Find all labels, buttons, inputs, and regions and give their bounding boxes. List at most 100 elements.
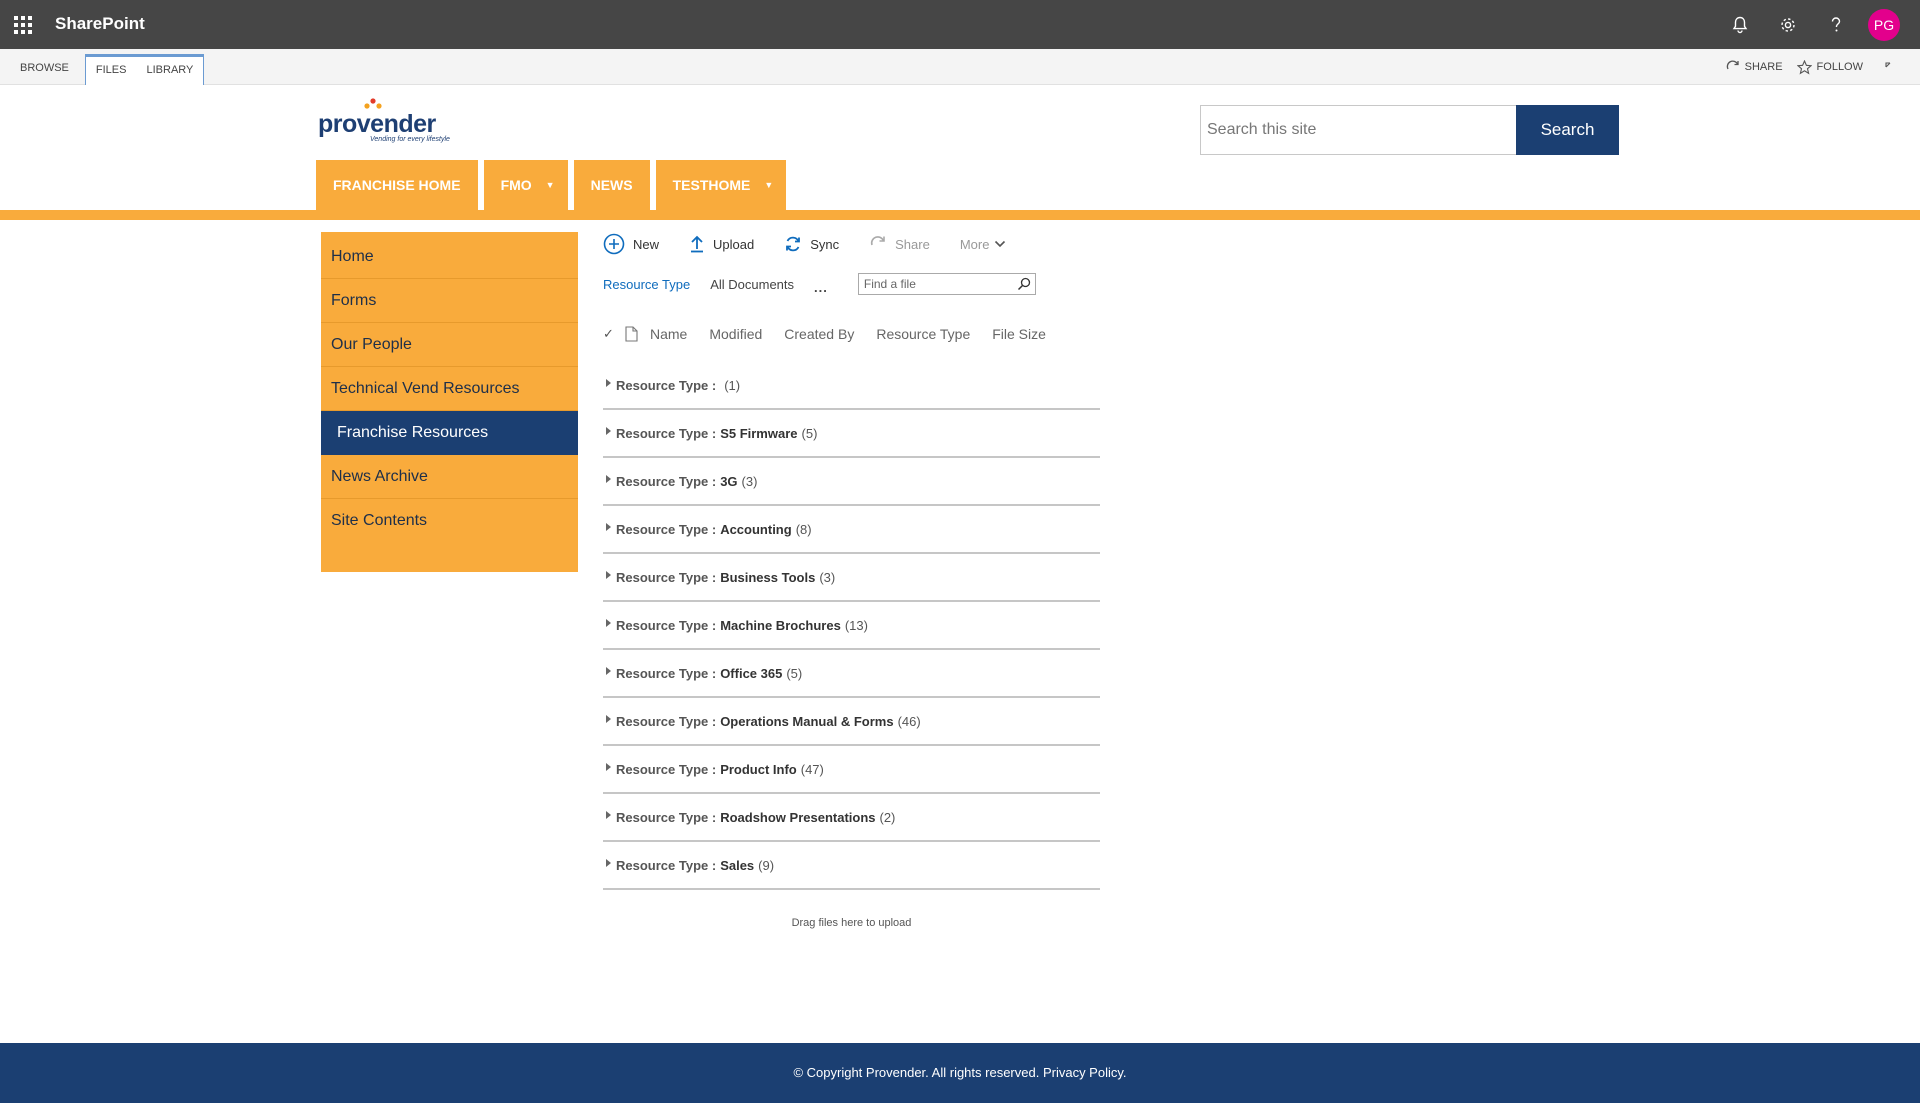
group-value: Office 365 bbox=[720, 665, 783, 681]
logo-tagline: Vending for every lifestyle bbox=[370, 136, 450, 143]
group-count: (2) bbox=[879, 809, 896, 825]
settings-gear-icon[interactable] bbox=[1764, 0, 1812, 49]
find-file-input[interactable] bbox=[858, 274, 1035, 294]
group-count: (46) bbox=[897, 713, 921, 729]
find-file-box bbox=[857, 273, 1036, 295]
group-row[interactable]: Resource Type : (1) bbox=[603, 362, 1100, 410]
star-icon bbox=[1796, 59, 1812, 74]
sidebar-item-news-archive[interactable]: News Archive bbox=[321, 455, 578, 499]
sidebar-item-site-contents[interactable]: Site Contents bbox=[321, 499, 578, 543]
view-resource-type[interactable]: Resource Type bbox=[603, 277, 690, 292]
sync-label: Sync bbox=[810, 236, 840, 252]
follow-label: FOLLOW bbox=[1816, 61, 1863, 73]
quick-launch: Home Forms Our People Technical Vend Res… bbox=[321, 232, 578, 572]
search-button[interactable]: Search bbox=[1516, 105, 1619, 155]
share-page-button[interactable]: SHARE bbox=[1726, 60, 1783, 74]
notifications-bell-icon[interactable] bbox=[1716, 0, 1764, 49]
follow-button[interactable]: FOLLOW bbox=[1796, 59, 1863, 75]
column-header-created-by[interactable]: Created By bbox=[784, 326, 854, 342]
tab-browse[interactable]: BROWSE bbox=[10, 54, 79, 85]
expand-triangle-icon[interactable] bbox=[606, 523, 611, 531]
tab-library[interactable]: LIBRARY bbox=[136, 57, 203, 85]
more-views-ellipsis[interactable]: ... bbox=[814, 280, 828, 295]
group-row[interactable]: Resource Type : S5 Firmware (5) bbox=[603, 410, 1100, 458]
privacy-policy-link[interactable]: Privacy Policy. bbox=[1043, 1065, 1127, 1080]
dropdown-caret-icon[interactable]: ▼ bbox=[764, 180, 773, 190]
column-header-name[interactable]: Name bbox=[650, 326, 687, 342]
select-all-check-icon[interactable]: ✓ bbox=[603, 326, 625, 342]
expand-triangle-icon[interactable] bbox=[606, 667, 611, 675]
provender-logo[interactable]: provender Vending for every lifestyle bbox=[318, 98, 458, 144]
group-label: Resource Type : bbox=[616, 521, 717, 537]
sidebar-item-franchise-resources[interactable]: Franchise Resources bbox=[321, 411, 578, 455]
group-count: (3) bbox=[741, 473, 758, 489]
group-count: (8) bbox=[795, 521, 812, 537]
group-count: (47) bbox=[800, 761, 824, 777]
topnav-franchise-home[interactable]: FRANCHISE HOME bbox=[316, 160, 478, 210]
group-row[interactable]: Resource Type : Operations Manual & Forms… bbox=[603, 698, 1100, 746]
app-launcher-icon[interactable] bbox=[14, 16, 32, 34]
group-row[interactable]: Resource Type : Accounting (8) bbox=[603, 506, 1100, 554]
help-question-icon[interactable] bbox=[1812, 0, 1860, 49]
upload-arrow-icon bbox=[691, 235, 704, 253]
expand-triangle-icon[interactable] bbox=[606, 715, 611, 723]
user-avatar[interactable]: PG bbox=[1868, 8, 1900, 41]
sidebar-item-technical-vend-resources[interactable]: Technical Vend Resources bbox=[321, 367, 578, 411]
new-label: New bbox=[633, 236, 660, 252]
share-button[interactable]: Share bbox=[869, 235, 930, 253]
share-icon bbox=[1726, 60, 1739, 70]
column-header-resource-type[interactable]: Resource Type bbox=[876, 326, 970, 342]
document-type-icon[interactable] bbox=[625, 326, 650, 342]
group-label: Resource Type : bbox=[616, 761, 717, 777]
group-value: Sales bbox=[720, 857, 755, 873]
sidebar-item-forms[interactable]: Forms bbox=[321, 279, 578, 323]
group-value: Machine Brochures bbox=[720, 617, 841, 633]
app-name[interactable]: SharePoint bbox=[55, 14, 145, 34]
topnav-label: TESTHOME bbox=[672, 177, 751, 193]
group-value: Product Info bbox=[720, 761, 797, 777]
expand-triangle-icon[interactable] bbox=[606, 811, 611, 819]
expand-triangle-icon[interactable] bbox=[606, 379, 611, 387]
expand-triangle-icon[interactable] bbox=[606, 619, 611, 627]
view-all-documents[interactable]: All Documents bbox=[710, 277, 794, 292]
column-header-modified[interactable]: Modified bbox=[709, 326, 762, 342]
group-label: Resource Type : bbox=[616, 857, 717, 873]
expand-triangle-icon[interactable] bbox=[606, 475, 611, 483]
group-row[interactable]: Resource Type :3G (3) bbox=[603, 458, 1100, 506]
sync-icon bbox=[786, 236, 801, 252]
focus-content-button[interactable] bbox=[1885, 62, 1900, 72]
sync-button[interactable]: Sync bbox=[784, 235, 839, 253]
group-count: (5) bbox=[801, 425, 818, 441]
new-button[interactable]: New bbox=[603, 233, 659, 255]
group-row[interactable]: Resource Type : Machine Brochures (13) bbox=[603, 602, 1100, 650]
dropdown-caret-icon[interactable]: ▼ bbox=[546, 180, 555, 190]
group-value: 3G bbox=[720, 473, 738, 489]
topnav-label: NEWS bbox=[590, 177, 633, 193]
sidebar-item-our-people[interactable]: Our People bbox=[321, 323, 578, 367]
group-label: Resource Type : bbox=[616, 425, 717, 441]
group-row[interactable]: Resource Type : Business Tools (3) bbox=[603, 554, 1100, 602]
more-menu-button[interactable]: More bbox=[960, 237, 1007, 252]
site-search-input[interactable] bbox=[1201, 106, 1517, 154]
search-icon[interactable] bbox=[1017, 277, 1031, 291]
expand-triangle-icon[interactable] bbox=[606, 571, 611, 579]
topnav-label: FMO bbox=[500, 177, 532, 193]
sidebar-item-home[interactable]: Home bbox=[321, 235, 578, 279]
group-row[interactable]: Resource Type : Sales (9) bbox=[603, 842, 1100, 890]
group-row[interactable]: Resource Type : Roadshow Presentations (2) bbox=[603, 794, 1100, 842]
topnav-label: FRANCHISE HOME bbox=[333, 177, 461, 193]
expand-triangle-icon[interactable] bbox=[606, 427, 611, 435]
upload-button[interactable]: Upload bbox=[689, 235, 754, 253]
topnav-fmo[interactable]: FMO ▼ bbox=[483, 160, 568, 210]
group-row[interactable]: Resource Type : Product Info (47) bbox=[603, 746, 1100, 794]
expand-triangle-icon[interactable] bbox=[606, 763, 611, 771]
group-row[interactable]: Resource Type : Office 365 (5) bbox=[603, 650, 1100, 698]
topnav-news[interactable]: NEWS bbox=[573, 160, 650, 210]
column-header-file-size[interactable]: File Size bbox=[992, 326, 1046, 342]
share-label: Share bbox=[895, 236, 930, 252]
tab-files[interactable]: FILES bbox=[86, 57, 137, 85]
topnav-testhome[interactable]: TESTHOME ▼ bbox=[655, 160, 787, 210]
view-selector: Resource Type All Documents ... bbox=[603, 272, 1036, 296]
expand-triangle-icon[interactable] bbox=[606, 859, 611, 867]
header-divider bbox=[0, 210, 1920, 220]
